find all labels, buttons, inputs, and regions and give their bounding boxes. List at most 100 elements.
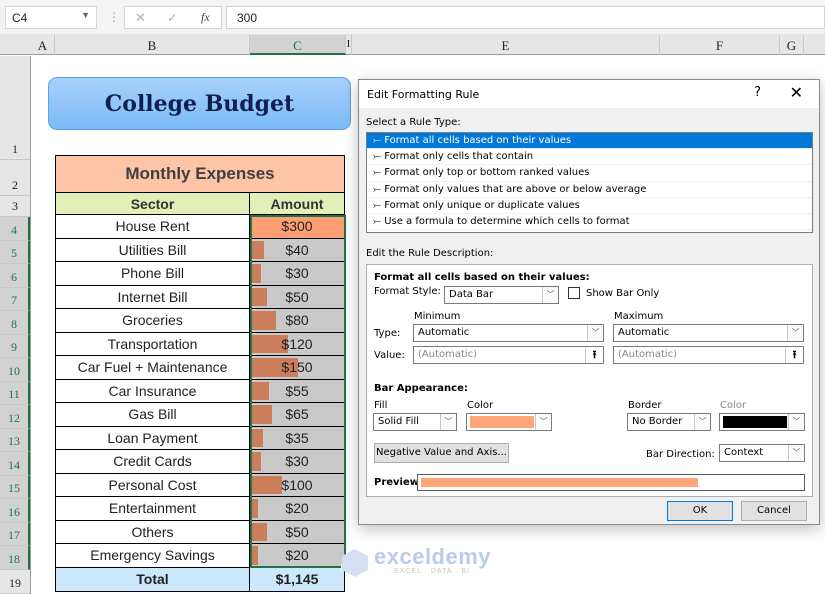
- sector-cell[interactable]: Credit Cards: [55, 450, 250, 474]
- header-sector[interactable]: Sector: [55, 193, 250, 215]
- rule-type-list[interactable]: ⤚ Format all cells based on their values…: [366, 132, 813, 233]
- rule-type-item[interactable]: ⤚ Format only values that are above or b…: [367, 182, 812, 198]
- row-header[interactable]: 10: [0, 358, 30, 382]
- row-header[interactable]: 15: [0, 475, 30, 499]
- amount-cell[interactable]: $30: [250, 450, 345, 474]
- row-header[interactable]: 7: [0, 287, 30, 311]
- row-header[interactable]: 9: [0, 334, 30, 358]
- header-amount[interactable]: Amount: [250, 193, 345, 215]
- maximum-type-select[interactable]: Automatic ﹀: [613, 324, 804, 342]
- column-header-c[interactable]: C: [250, 35, 346, 55]
- amount-cell[interactable]: $150: [250, 356, 345, 380]
- row-header[interactable]: 4: [0, 217, 30, 241]
- rule-type-item[interactable]: ⤚ Use a formula to determine which cells…: [367, 214, 812, 231]
- sector-cell[interactable]: Utilities Bill: [55, 238, 250, 262]
- row-header[interactable]: 18: [0, 546, 30, 570]
- row-header[interactable]: 6: [0, 264, 30, 288]
- rule-type-item[interactable]: ⤚ Format only top or bottom ranked value…: [367, 165, 812, 182]
- collapse-dialog-icon[interactable]: ⭱: [585, 347, 603, 363]
- row-header[interactable]: 14: [0, 452, 30, 476]
- chevron-down-icon[interactable]: ﹀: [587, 325, 603, 341]
- title-banner[interactable]: College Budget: [48, 77, 351, 130]
- rule-type-item[interactable]: ⤚ Format only cells that contain: [367, 149, 812, 166]
- sector-cell[interactable]: Others: [55, 520, 250, 544]
- amount-cell[interactable]: $100: [250, 473, 345, 497]
- show-bar-only-checkbox[interactable]: [568, 287, 580, 299]
- sector-cell[interactable]: Emergency Savings: [55, 544, 250, 568]
- row-header[interactable]: 16: [0, 499, 30, 523]
- maximum-value-input[interactable]: (Automatic) ⭱: [613, 346, 804, 364]
- amount-cell[interactable]: $20: [250, 544, 345, 568]
- amount-cell[interactable]: $55: [250, 379, 345, 403]
- row-header[interactable]: 2: [0, 160, 30, 196]
- sector-cell[interactable]: Entertainment: [55, 497, 250, 521]
- sector-cell[interactable]: Phone Bill: [55, 262, 250, 286]
- amount-cell[interactable]: $80: [250, 309, 345, 333]
- minimum-value-input[interactable]: (Automatic) ⭱: [413, 346, 604, 364]
- column-header-e[interactable]: E: [352, 35, 660, 55]
- negative-value-axis-button[interactable]: Negative Value and Axis...: [374, 443, 509, 463]
- border-color-picker[interactable]: ﹀: [719, 413, 805, 431]
- rule-type-item[interactable]: ⤚ Format only unique or duplicate values: [367, 198, 812, 214]
- ok-button[interactable]: OK: [667, 501, 733, 521]
- rule-type-item[interactable]: ⤚ Format all cells based on their values: [367, 133, 812, 150]
- amount-cell[interactable]: $65: [250, 403, 345, 427]
- sector-cell[interactable]: Personal Cost: [55, 473, 250, 497]
- fill-color-picker[interactable]: ﹀: [466, 413, 552, 431]
- row-header[interactable]: 3: [0, 196, 30, 217]
- sector-cell[interactable]: House Rent: [55, 215, 250, 239]
- total-label[interactable]: Total: [55, 567, 250, 592]
- chevron-down-icon[interactable]: ﹀: [788, 414, 804, 430]
- row-header[interactable]: 17: [0, 522, 30, 546]
- close-icon[interactable]: ✕: [135, 10, 146, 26]
- sector-cell[interactable]: Transportation: [55, 332, 250, 356]
- chevron-down-icon[interactable]: ﹀: [535, 414, 551, 430]
- row-header[interactable]: 19: [0, 570, 30, 594]
- sector-cell[interactable]: Car Fuel + Maintenance: [55, 356, 250, 380]
- column-header-f[interactable]: F: [660, 35, 780, 55]
- column-header-g[interactable]: G: [780, 35, 804, 55]
- format-style-select[interactable]: Data Bar ﹀: [444, 286, 559, 304]
- help-icon[interactable]: ?: [754, 85, 761, 100]
- row-header[interactable]: 11: [0, 381, 30, 405]
- formula-input[interactable]: 300: [226, 6, 825, 29]
- sector-cell[interactable]: Internet Bill: [55, 285, 250, 309]
- column-header-b[interactable]: B: [55, 35, 250, 55]
- amount-cell[interactable]: $120: [250, 332, 345, 356]
- row-header[interactable]: 13: [0, 428, 30, 452]
- chevron-down-icon[interactable]: ﹀: [787, 325, 803, 341]
- sector-cell[interactable]: Car Insurance: [55, 379, 250, 403]
- row-header[interactable]: 12: [0, 405, 30, 429]
- check-icon[interactable]: ✓: [167, 10, 178, 26]
- cancel-button[interactable]: Cancel: [741, 501, 807, 521]
- amount-cell[interactable]: $50: [250, 520, 345, 544]
- amount-cell[interactable]: $35: [250, 426, 345, 450]
- amount-cell[interactable]: $20: [250, 497, 345, 521]
- amount-cell[interactable]: $50: [250, 285, 345, 309]
- fx-icon[interactable]: fx: [201, 10, 210, 25]
- chevron-down-icon[interactable]: ▼: [81, 10, 90, 20]
- amount-cell[interactable]: $300: [250, 215, 345, 239]
- amount-cell[interactable]: $30: [250, 262, 345, 286]
- chevron-down-icon[interactable]: ﹀: [542, 287, 558, 303]
- row-header[interactable]: 8: [0, 311, 30, 335]
- sector-cell[interactable]: Gas Bill: [55, 403, 250, 427]
- amount-cell[interactable]: $40: [250, 238, 345, 262]
- name-box[interactable]: C4 ▼: [5, 6, 97, 29]
- row-header[interactable]: 5: [0, 240, 30, 264]
- chevron-down-icon[interactable]: ﹀: [694, 414, 710, 430]
- sector-cell[interactable]: Loan Payment: [55, 426, 250, 450]
- dialog-titlebar[interactable]: Edit Formatting Rule ? ✕: [359, 80, 819, 108]
- collapse-dialog-icon[interactable]: ⭱: [785, 347, 803, 363]
- chevron-down-icon[interactable]: ﹀: [788, 445, 804, 461]
- show-bar-only-label[interactable]: Show Bar Only: [586, 288, 659, 299]
- total-value[interactable]: $1,145: [250, 567, 345, 592]
- sector-cell[interactable]: Groceries: [55, 309, 250, 333]
- minimum-type-select[interactable]: Automatic ﹀: [413, 324, 604, 342]
- border-type-select[interactable]: No Border ﹀: [627, 413, 711, 431]
- row-header[interactable]: 1: [0, 56, 30, 160]
- chevron-down-icon[interactable]: ﹀: [440, 414, 456, 430]
- bar-direction-select[interactable]: Context ﹀: [719, 444, 805, 462]
- close-icon[interactable]: ✕: [790, 83, 803, 102]
- fill-type-select[interactable]: Solid Fill ﹀: [373, 413, 457, 431]
